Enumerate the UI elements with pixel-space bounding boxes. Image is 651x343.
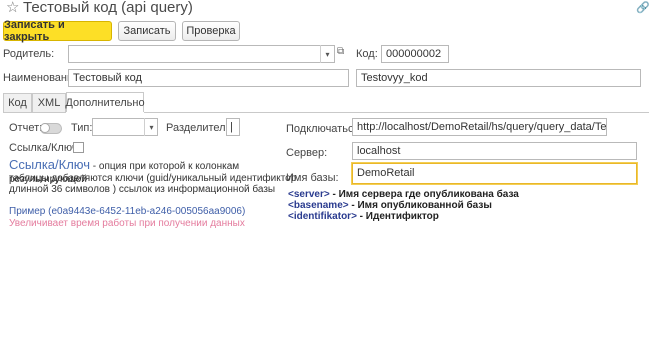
link-icon[interactable]: 🔗 (636, 1, 650, 14)
window-title: Тестовый код (api query) (23, 0, 193, 16)
separator-field[interactable]: | (226, 118, 240, 136)
param-key: <server> (288, 189, 330, 200)
open-link-icon[interactable]: ⧉ (337, 46, 344, 57)
tab-divider (3, 112, 66, 113)
report-label: Отчет: (9, 122, 43, 134)
check-button[interactable]: Проверка (182, 21, 240, 41)
param-desc: - Идентификтор (356, 211, 439, 222)
code-field[interactable]: 000000002 (381, 45, 449, 63)
example-text: Пример (e0a9443e-6452-11eb-a246-005056aa… (9, 206, 246, 217)
separator-label: Разделитель: (166, 122, 235, 134)
name-field[interactable]: Тестовый код (68, 69, 349, 87)
param-server: <server> - Имя сервера где опубликована … (288, 189, 519, 200)
db-name-label: Имя базы: (286, 172, 339, 184)
star-icon[interactable]: ☆ (6, 0, 19, 15)
link-key-checkbox[interactable] (73, 142, 84, 153)
tab-divider (144, 112, 649, 113)
parent-dropdown-icon[interactable]: ▾ (320, 45, 334, 63)
toggle-knob (40, 123, 50, 133)
save-button[interactable]: Записать (118, 21, 176, 41)
code-label: Код: (356, 48, 378, 60)
connect-field[interactable]: http://localhost/DemoRetail/hs/query/que… (352, 118, 607, 136)
param-key: <basename> (288, 200, 349, 211)
type-dropdown-icon[interactable]: ▾ (144, 118, 158, 136)
connect-label: Подключаться: (286, 123, 363, 135)
link-key-label: Ссылка/Ключ: (9, 142, 81, 154)
db-name-field[interactable]: DemoRetail (352, 163, 637, 184)
name-translit-field[interactable]: Testovyy_kod (356, 69, 641, 87)
warning-text: Увеличивает время работы при получении д… (9, 218, 245, 229)
server-field[interactable]: localhost (352, 142, 637, 160)
param-desc: - Имя сервера где опубликована база (329, 189, 519, 200)
tab-xml[interactable]: XML (32, 93, 66, 112)
server-label: Сервер: (286, 147, 328, 159)
tab-code[interactable]: Код (3, 93, 32, 112)
param-key: <identifikator> (288, 211, 357, 222)
tab-additional[interactable]: Дополнительно (65, 92, 145, 112)
param-identifikator: <identifikator> - Идентификтор (288, 211, 439, 222)
param-basename: <basename> - Имя опубликованной базы (288, 200, 492, 211)
report-toggle[interactable] (40, 123, 62, 134)
save-and-close-button[interactable]: Записать и закрыть (3, 19, 112, 43)
help-title: Ссылка/Ключ (9, 157, 91, 172)
parent-field[interactable] (68, 45, 335, 63)
parent-label: Родитель: (3, 48, 55, 60)
type-label: Тип: (71, 122, 93, 134)
help-line-3: длинной 36 символов ) ссылок из информац… (9, 184, 276, 195)
param-desc: - Имя опубликованной базы (348, 200, 492, 211)
